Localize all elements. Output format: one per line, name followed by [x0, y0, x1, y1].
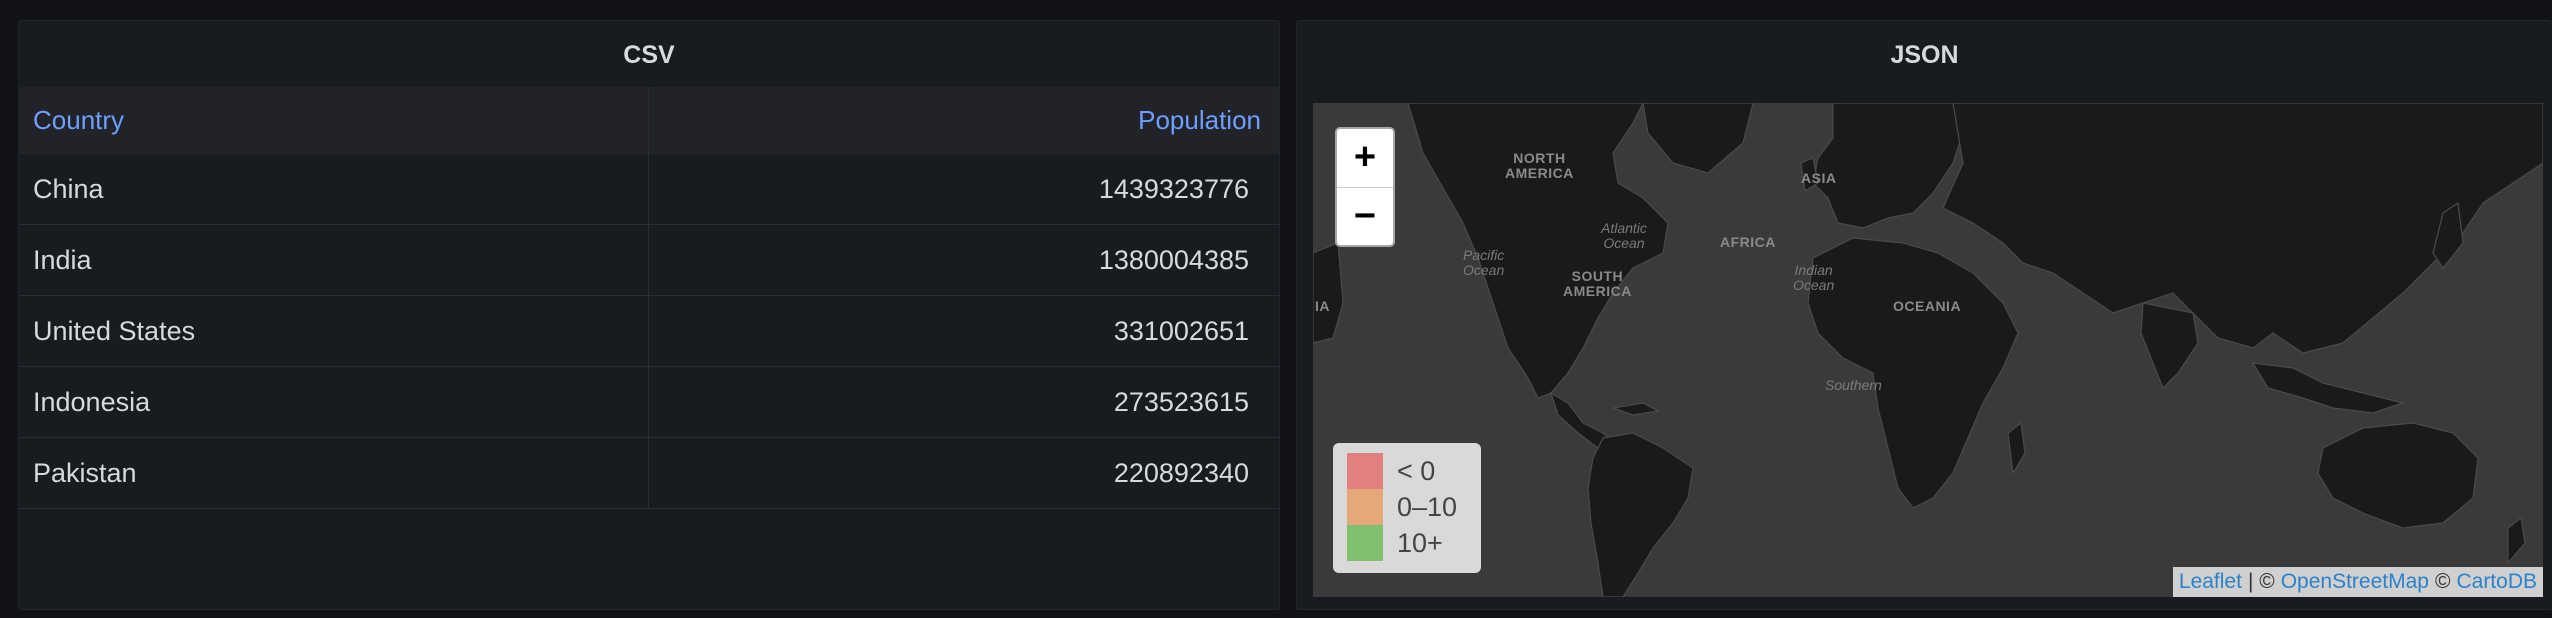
table-row: Pakistan 220892340	[19, 438, 1279, 509]
legend-item: 10+	[1347, 525, 1481, 561]
label-southern-ocean: Southern	[1825, 377, 1882, 393]
panel-title: CSV	[623, 41, 675, 69]
table-row: India 1380004385	[19, 225, 1279, 296]
legend-label: 0–10	[1397, 491, 1458, 522]
attribution-separator: | ©	[2247, 570, 2275, 593]
label-atlantic-ocean: Atlantic Ocean	[1601, 220, 1647, 251]
label-indian-ocean: Indian Ocean	[1793, 262, 1835, 293]
world-map[interactable]: NORTH AMERICA SOUTH AMERICA AFRICA ASIA …	[1313, 103, 2543, 597]
legend-swatch	[1347, 453, 1383, 489]
csv-panel: CSV Country Population China 1439323776 …	[18, 20, 1280, 610]
label-asia-fragment: IA	[1315, 298, 1330, 314]
cartodb-link[interactable]: CartoDB	[2456, 567, 2537, 597]
cell-population: 331002651	[1113, 316, 1249, 346]
attribution-separator: ©	[2434, 570, 2451, 593]
map-tiles	[1313, 103, 2543, 597]
legend-item: 0–10	[1347, 489, 1481, 525]
cell-country: India	[19, 225, 649, 295]
table-row: China 1439323776	[19, 154, 1279, 225]
legend-swatch	[1347, 489, 1383, 525]
label-north-america: NORTH AMERICA	[1505, 150, 1574, 181]
data-table: Country Population China 1439323776 Indi…	[19, 87, 1279, 509]
cell-population: 1380004385	[1098, 245, 1249, 275]
cell-country: China	[19, 154, 649, 224]
table-row: United States 331002651	[19, 296, 1279, 367]
legend-label: < 0	[1397, 455, 1436, 486]
label-oceania: OCEANIA	[1893, 298, 1962, 314]
zoom-out-button[interactable]: −	[1337, 188, 1393, 245]
legend-swatch	[1347, 525, 1383, 561]
legend-label: 10+	[1397, 527, 1443, 558]
cell-population: 220892340	[1113, 458, 1249, 488]
cell-population: 1439323776	[1098, 174, 1249, 204]
cell-population: 273523615	[1113, 387, 1249, 417]
label-asia: ASIA	[1801, 170, 1837, 186]
cell-country: Pakistan	[19, 438, 649, 508]
column-header-country[interactable]: Country	[19, 87, 649, 153]
panel-title: JSON	[1890, 41, 1959, 69]
table-row: Indonesia 273523615	[19, 367, 1279, 438]
table-header: Country Population	[19, 87, 1279, 154]
openstreetmap-link[interactable]: OpenStreetMap	[2281, 567, 2429, 597]
label-south-america: SOUTH AMERICA	[1563, 268, 1632, 299]
label-africa: AFRICA	[1720, 234, 1776, 250]
legend-item: < 0	[1347, 453, 1481, 489]
map-attribution: Leaflet | © OpenStreetMap © CartoDB	[2172, 567, 2543, 597]
json-panel: JSON NORTH AMERICA SOUTH AMERICA AFRICA …	[1296, 20, 2552, 610]
zoom-in-button[interactable]: +	[1337, 129, 1393, 188]
zoom-control: + −	[1335, 127, 1395, 247]
label-pacific-ocean: Pacific Ocean	[1463, 247, 1505, 278]
leaflet-link[interactable]: Leaflet	[2179, 567, 2242, 597]
cell-country: United States	[19, 296, 649, 366]
cell-country: Indonesia	[19, 367, 649, 437]
map-legend: < 0 0–10 10+	[1333, 443, 1481, 573]
column-header-population[interactable]: Population	[649, 87, 1279, 153]
